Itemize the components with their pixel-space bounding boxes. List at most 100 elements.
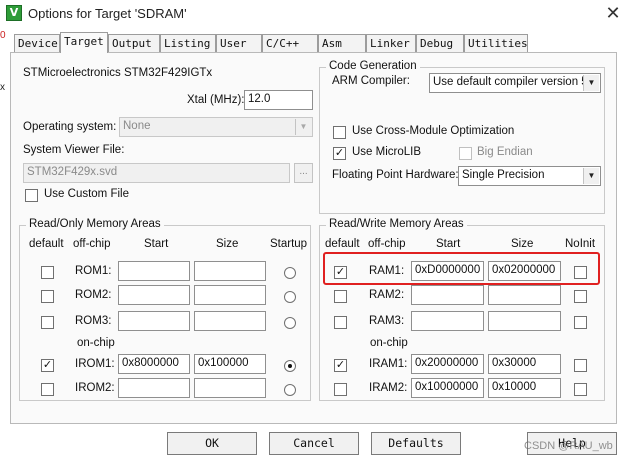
rw-default-checkbox[interactable]: ✓ <box>334 359 347 372</box>
rw-size-input[interactable] <box>488 311 561 331</box>
tab-target[interactable]: Target <box>60 32 108 53</box>
ro-size-input[interactable] <box>194 378 266 398</box>
cross-module-checkbox[interactable] <box>333 126 346 139</box>
xtal-label: Xtal (MHz): <box>187 94 245 106</box>
use-custom-file-checkbox[interactable] <box>25 189 38 202</box>
os-select-value: None <box>123 120 151 132</box>
keil-app-icon: V <box>6 5 22 21</box>
ok-button[interactable]: OK <box>167 432 257 455</box>
rw-start-input[interactable]: 0x10000000 <box>411 378 484 398</box>
rw-default-checkbox[interactable] <box>334 316 347 329</box>
rw-onchip-label: on-chip <box>370 337 408 349</box>
arm-compiler-label: ARM Compiler: <box>332 75 410 87</box>
rw-size-input[interactable] <box>488 285 561 305</box>
ro-onchip-label: on-chip <box>77 337 115 349</box>
rw-header-default: default <box>325 238 360 250</box>
rw-default-checkbox[interactable] <box>334 383 347 396</box>
ro-start-input[interactable] <box>118 285 190 305</box>
chevron-down-icon: ▼ <box>583 75 599 91</box>
ro-header-size: Size <box>216 238 239 250</box>
ro-start-input[interactable]: 0x8000000 <box>118 354 190 374</box>
ro-size-input[interactable] <box>194 311 266 331</box>
rw-start-input[interactable] <box>411 285 484 305</box>
fpu-select[interactable]: Single Precision ▼ <box>458 166 601 186</box>
ro-startup-radio[interactable] <box>284 384 296 396</box>
rw-row-name: IRAM1: <box>369 358 408 370</box>
ro-header-startup: Startup <box>270 238 308 250</box>
ro-startup-radio[interactable] <box>284 267 296 279</box>
rw-noinit-checkbox[interactable] <box>574 359 587 372</box>
tab-utilities[interactable]: Utilities <box>464 34 528 52</box>
ro-size-input[interactable] <box>194 261 266 281</box>
ro-size-input[interactable] <box>194 285 266 305</box>
ro-startup-radio[interactable] <box>284 317 296 329</box>
rw-start-input[interactable] <box>411 311 484 331</box>
ram1-highlight-annotation <box>323 252 600 285</box>
microlib-checkbox[interactable]: ✓ <box>333 147 346 160</box>
rw-header-start: Start <box>436 238 461 250</box>
edge-mark-top: 0 <box>0 30 6 41</box>
tab-user[interactable]: User <box>216 34 262 52</box>
close-icon[interactable]: ✕ <box>600 2 626 24</box>
os-select[interactable]: None ▼ <box>119 117 313 137</box>
target-options-panel: STMicroelectronics STM32F429IGTx Xtal (M… <box>10 52 617 424</box>
code-generation-title: Code Generation <box>326 60 420 72</box>
ro-default-checkbox[interactable] <box>41 383 54 396</box>
rw-memory-title: Read/Write Memory Areas <box>326 218 467 230</box>
defaults-button[interactable]: Defaults <box>371 432 461 455</box>
tab-output[interactable]: Output <box>108 34 160 52</box>
rw-header-size: Size <box>511 238 534 250</box>
rw-size-input[interactable]: 0x30000 <box>488 354 561 374</box>
os-label: Operating system: <box>23 121 117 133</box>
ro-size-input[interactable]: 0x100000 <box>194 354 266 374</box>
tab-debug[interactable]: Debug <box>416 34 464 52</box>
rw-header-offchip: off-chip <box>368 238 406 250</box>
tab-c-cpp[interactable]: C/C++ <box>262 34 318 52</box>
tab-asm[interactable]: Asm <box>318 34 366 52</box>
ro-start-input[interactable] <box>118 311 190 331</box>
rw-noinit-checkbox[interactable] <box>574 290 587 303</box>
ro-start-input[interactable] <box>118 378 190 398</box>
ro-startup-radio[interactable] <box>284 360 296 372</box>
device-name: STMicroelectronics STM32F429IGTx <box>23 67 213 79</box>
use-custom-file-label: Use Custom File <box>44 188 129 200</box>
rw-header-noinit: NoInit <box>565 238 596 250</box>
rw-noinit-checkbox[interactable] <box>574 316 587 329</box>
ro-default-checkbox[interactable] <box>41 316 54 329</box>
edge-mark-left: x <box>0 82 5 93</box>
big-endian-checkbox[interactable] <box>459 147 472 160</box>
chevron-down-icon: ▼ <box>583 168 599 184</box>
svf-browse-button[interactable]: ... <box>294 163 313 183</box>
svf-input[interactable]: STM32F429x.svd <box>23 163 290 183</box>
arm-compiler-select[interactable]: Use default compiler version 5 ▼ <box>429 73 601 93</box>
tab-linker[interactable]: Linker <box>366 34 416 52</box>
title-bar: V Options for Target 'SDRAM' ✕ <box>0 0 629 28</box>
tab-device[interactable]: Device <box>14 34 60 52</box>
fpu-label: Floating Point Hardware: <box>332 169 459 181</box>
ro-startup-radio[interactable] <box>284 291 296 303</box>
xtal-input[interactable]: 12.0 <box>244 90 313 110</box>
ro-start-input[interactable] <box>118 261 190 281</box>
chevron-down-icon: ▼ <box>295 119 311 135</box>
rw-row-name: RAM3: <box>369 315 405 327</box>
cross-module-label: Use Cross-Module Optimization <box>352 125 515 137</box>
tab-listing[interactable]: Listing <box>160 34 216 52</box>
ro-header-offchip: off-chip <box>73 238 111 250</box>
rw-default-checkbox[interactable] <box>334 290 347 303</box>
ro-row-name: ROM2: <box>75 289 112 301</box>
ro-header-default: default <box>29 238 64 250</box>
big-endian-label: Big Endian <box>477 146 533 158</box>
ro-default-checkbox[interactable] <box>41 290 54 303</box>
microlib-label: Use MicroLIB <box>352 146 422 158</box>
ro-memory-group: Read/Only Memory Areas default off-chip … <box>19 218 311 401</box>
ro-memory-title: Read/Only Memory Areas <box>26 218 164 230</box>
ro-row-name: IROM2: <box>75 382 115 394</box>
rw-start-input[interactable]: 0x20000000 <box>411 354 484 374</box>
rw-size-input[interactable]: 0x10000 <box>488 378 561 398</box>
ro-row-name: IROM1: <box>75 358 115 370</box>
ro-default-checkbox[interactable]: ✓ <box>41 359 54 372</box>
cancel-button[interactable]: Cancel <box>269 432 359 455</box>
code-generation-group: Code Generation ARM Compiler: Use defaul… <box>319 60 605 214</box>
ro-default-checkbox[interactable] <box>41 266 54 279</box>
rw-noinit-checkbox[interactable] <box>574 383 587 396</box>
